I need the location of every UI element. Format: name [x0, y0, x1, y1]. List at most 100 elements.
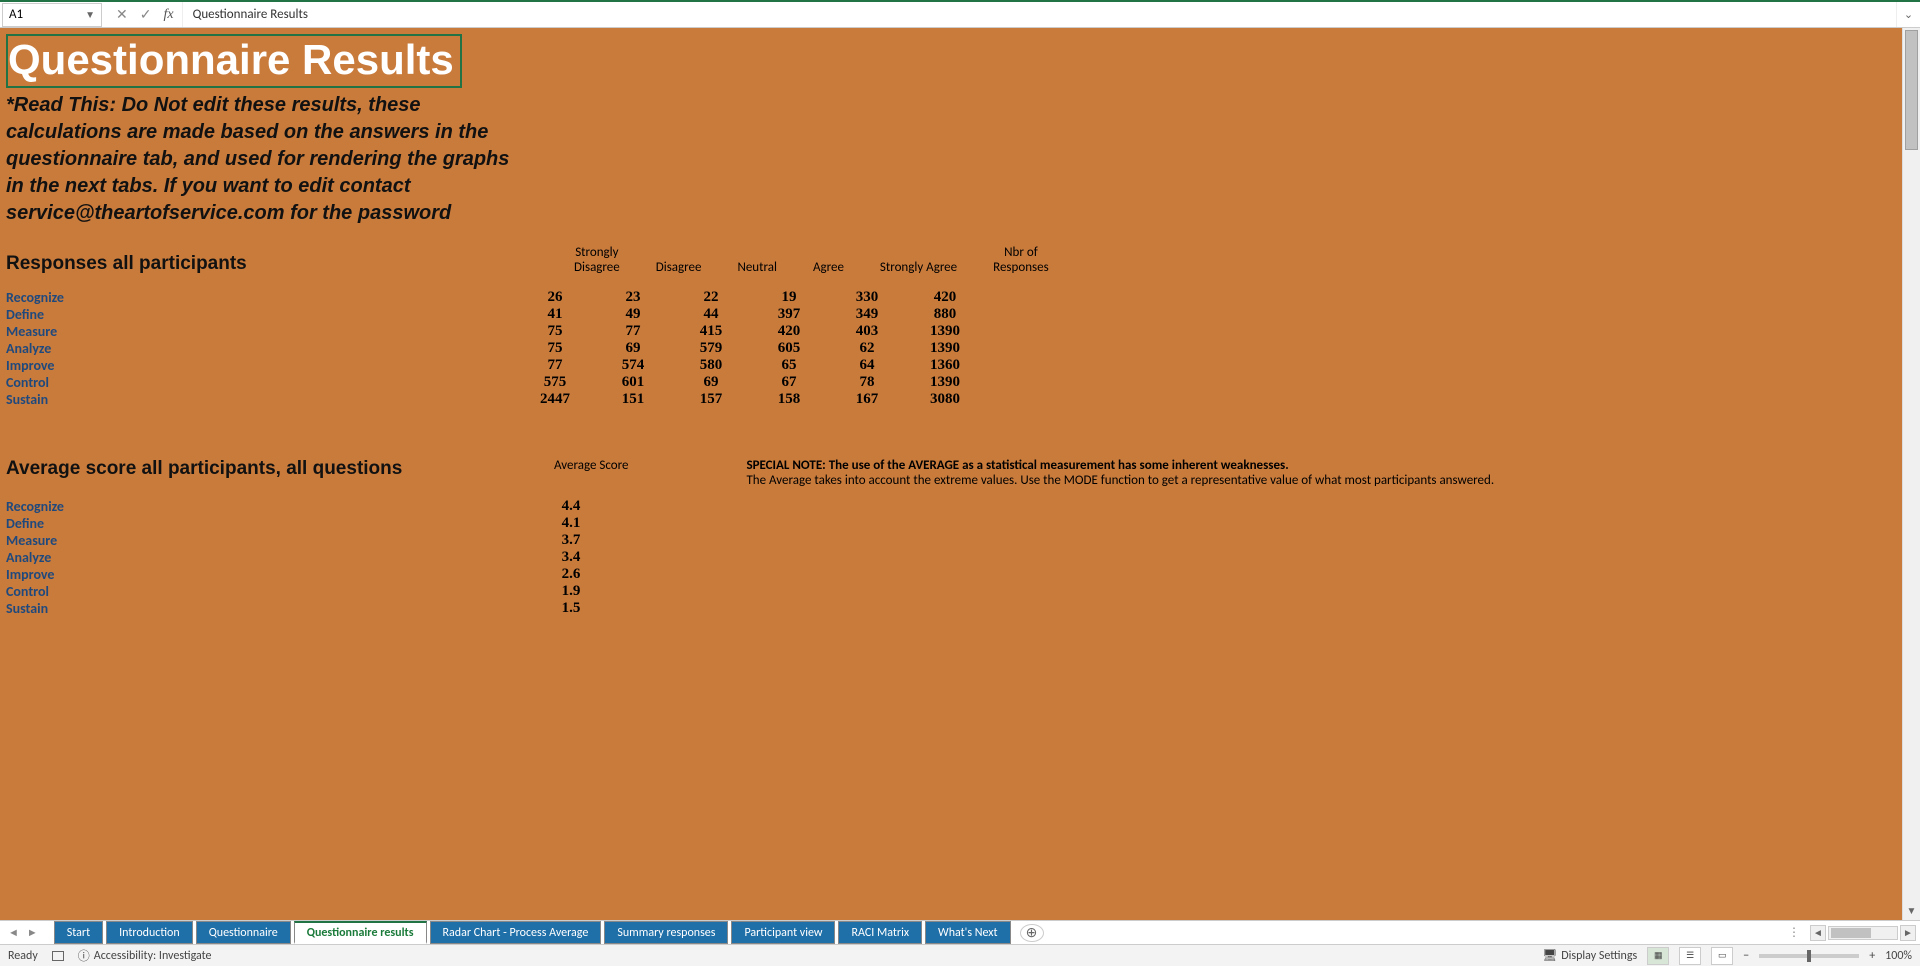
avg-heading: Average score all participants, all ques… [6, 458, 496, 480]
cell-value: 397 [750, 306, 828, 323]
cell-value: 605 [750, 340, 828, 357]
cell-value: 69 [672, 374, 750, 391]
responses-header-table: StronglyDisagree Disagree Neutral Agree … [556, 245, 1067, 275]
cell-value: 75 [516, 323, 594, 340]
cell-value: 77 [594, 323, 672, 340]
formula-input[interactable]: Questionnaire Results [182, 2, 1896, 27]
accessibility-icon: ⓘ [78, 947, 90, 964]
avg-table: Recognize4.4Define4.1Measure3.7Analyze3.… [6, 498, 1896, 617]
col-header: StronglyDisagree [556, 245, 638, 275]
row-label: Control [6, 374, 516, 391]
scroll-right-icon[interactable]: ► [1900, 925, 1916, 941]
special-note: SPECIAL NOTE: The use of the AVERAGE as … [746, 458, 1494, 488]
macro-record-icon[interactable] [52, 951, 64, 961]
cell-value: 349 [828, 306, 906, 323]
col-header: Strongly Agree [862, 245, 975, 275]
zoom-slider[interactable] [1759, 954, 1859, 958]
formula-bar: A1 ▼ ✕ ✓ fx Questionnaire Results ⌄ [0, 0, 1920, 28]
cell-value: 49 [594, 306, 672, 323]
cell-value: 1390 [906, 340, 984, 357]
horizontal-scrollbar[interactable]: ◄ ► [1806, 925, 1920, 941]
cell-value: 601 [594, 374, 672, 391]
page-break-view-button[interactable]: ▭ [1711, 947, 1733, 965]
responses-heading: Responses all participants [6, 253, 516, 275]
zoom-in-button[interactable]: + [1869, 949, 1875, 963]
scroll-down-icon[interactable]: ▼ [1903, 904, 1920, 920]
tab-nav-first-icon[interactable]: ◄ [8, 926, 19, 939]
zoom-out-button[interactable]: − [1743, 949, 1749, 963]
accessibility-status[interactable]: ⓘ Accessibility: Investigate [78, 947, 212, 964]
cell-value: 4.1 [516, 515, 626, 532]
row-label: Define [6, 515, 516, 532]
sheet-tab[interactable]: Summary responses [604, 921, 728, 944]
row-label: Sustain [6, 391, 516, 408]
cell-value: 23 [594, 289, 672, 306]
cell-value: 575 [516, 374, 594, 391]
chevron-down-icon[interactable]: ▼ [85, 8, 95, 21]
page-title[interactable]: Questionnaire Results [6, 34, 462, 88]
sheet-tab[interactable]: What's Next [925, 921, 1010, 944]
sheet-tab[interactable]: Questionnaire [196, 921, 291, 944]
cell-value: 78 [828, 374, 906, 391]
cell-value: 69 [594, 340, 672, 357]
cell-value: 64 [828, 357, 906, 374]
sheet-tab[interactable]: Start [54, 921, 103, 944]
row-label: Recognize [6, 498, 516, 515]
expand-formula-bar-icon[interactable]: ⌄ [1896, 2, 1920, 27]
cell-value: 67 [750, 374, 828, 391]
sheet-tab[interactable]: Participant view [731, 921, 835, 944]
page-layout-view-button[interactable]: ☰ [1679, 947, 1701, 965]
scrollbar-thumb[interactable] [1905, 30, 1918, 150]
row-label: Improve [6, 566, 516, 583]
zoom-level[interactable]: 100% [1885, 949, 1912, 963]
name-box[interactable]: A1 ▼ [2, 3, 102, 27]
tab-nav-prev-icon[interactable]: ► [27, 926, 38, 939]
cell-value: 19 [750, 289, 828, 306]
add-sheet-button[interactable]: ⊕ [1020, 924, 1044, 942]
tab-nav: ◄ ► [0, 926, 46, 939]
vertical-scrollbar[interactable]: ▲ ▼ [1902, 28, 1920, 920]
row-label: Improve [6, 357, 516, 374]
row-label: Sustain [6, 600, 516, 617]
row-label: Define [6, 306, 516, 323]
table-row: Control5756016967781390 [6, 374, 984, 391]
cell-value: 1.5 [516, 600, 626, 617]
col-header: Disagree [638, 245, 720, 275]
cell-value: 44 [672, 306, 750, 323]
display-settings-icon: 🖥 [1542, 948, 1557, 963]
table-row: Sustain1.5 [6, 600, 626, 617]
cancel-formula-icon[interactable]: ✕ [116, 6, 128, 23]
zoom-slider-thumb[interactable] [1807, 950, 1811, 962]
scroll-left-icon[interactable]: ◄ [1810, 925, 1826, 941]
cell-value: 880 [906, 306, 984, 323]
normal-view-button[interactable]: ▦ [1647, 947, 1669, 965]
cell-value: 580 [672, 357, 750, 374]
cell-value: 75 [516, 340, 594, 357]
formula-input-value: Questionnaire Results [193, 7, 308, 22]
table-row: Improve7757458065641360 [6, 357, 984, 374]
cell-value: 151 [594, 391, 672, 408]
hscroll-thumb[interactable] [1831, 928, 1871, 938]
sheet-tab[interactable]: Questionnaire results [294, 921, 427, 944]
display-settings-button[interactable]: 🖥 Display Settings [1542, 948, 1637, 963]
name-box-value: A1 [9, 7, 23, 22]
cell-value: 1390 [906, 374, 984, 391]
table-row: Measure3.7 [6, 532, 626, 549]
accept-formula-icon[interactable]: ✓ [140, 6, 152, 23]
worksheet[interactable]: Questionnaire Results *Read This: Do Not… [0, 28, 1902, 920]
hscroll-track[interactable] [1828, 926, 1898, 940]
tabs-divider-icon: ⋮ [1788, 925, 1806, 940]
cell-value: 330 [828, 289, 906, 306]
sheet-tab[interactable]: Introduction [106, 921, 193, 944]
cell-value: 2447 [516, 391, 594, 408]
status-ready: Ready [8, 949, 38, 963]
main-area: Questionnaire Results *Read This: Do Not… [0, 28, 1920, 920]
table-row: Measure75774154204031390 [6, 323, 984, 340]
sheet-tabs-bar: ◄ ► StartIntroductionQuestionnaireQuesti… [0, 920, 1920, 944]
read-this-note: *Read This: Do Not edit these results, t… [6, 92, 526, 227]
row-label: Measure [6, 532, 516, 549]
sheet-tab[interactable]: Radar Chart - Process Average [430, 921, 602, 944]
fx-icon[interactable]: fx [163, 7, 173, 23]
cell-value: 157 [672, 391, 750, 408]
sheet-tab[interactable]: RACI Matrix [838, 921, 922, 944]
